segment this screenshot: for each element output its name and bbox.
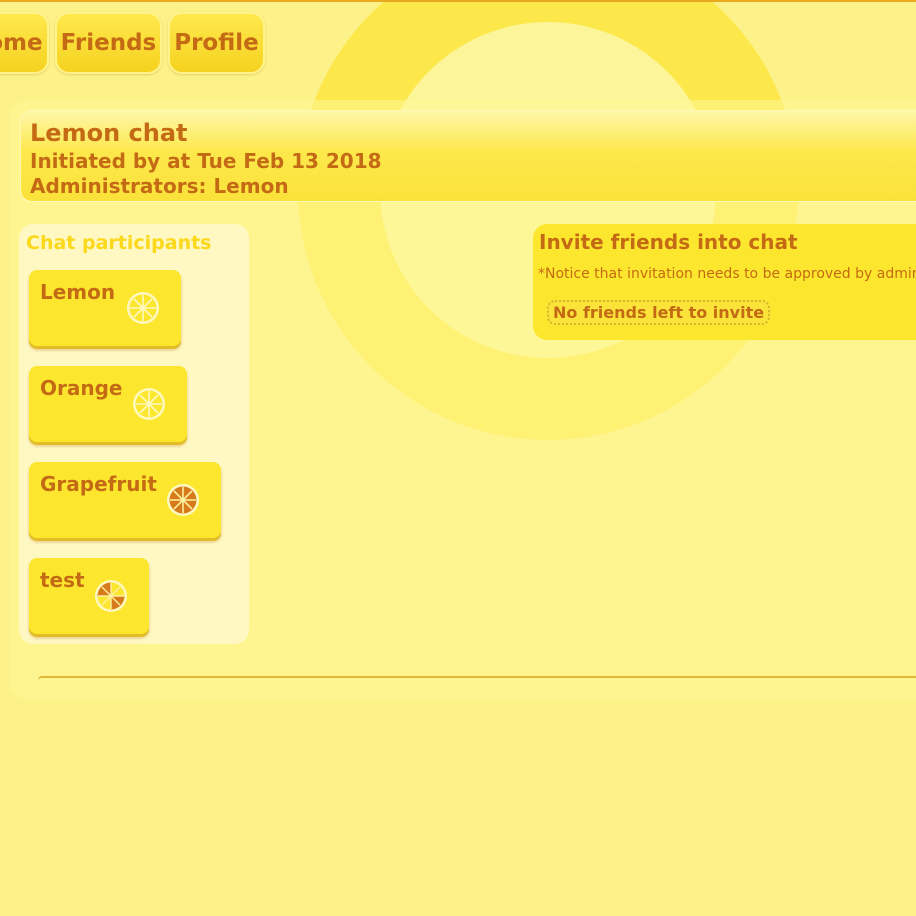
invite-heading: Invite friends into chat	[539, 230, 798, 254]
footer-divider	[38, 676, 916, 684]
chat-administrators: Administrators: Lemon	[30, 174, 289, 198]
lemon-slice-icon	[127, 292, 159, 324]
chat-initiated-info: Initiated by at Tue Feb 13 2018	[30, 149, 382, 173]
invite-panel: Invite friends into chat *Notice that in…	[533, 224, 916, 340]
participants-heading: Chat participants	[26, 232, 212, 254]
no-friends-button[interactable]: No friends left to invite	[547, 300, 771, 325]
chat-header: Lemon chat Initiated by at Tue Feb 13 20…	[20, 110, 916, 202]
participant-card-lemon[interactable]: Lemon	[29, 270, 181, 346]
mixed-citrus-slice-icon	[95, 580, 127, 612]
grapefruit-slice-icon	[167, 484, 199, 516]
nav-home-button[interactable]: Home	[0, 12, 49, 74]
participant-card-orange[interactable]: Orange	[29, 366, 187, 442]
participant-name: Lemon	[40, 280, 116, 304]
nav-profile-button[interactable]: Profile	[168, 12, 265, 74]
participant-name: test	[40, 568, 85, 592]
top-border	[0, 0, 916, 2]
participant-name: Orange	[40, 376, 123, 400]
chat-title: Lemon chat	[30, 119, 188, 147]
participant-card-test[interactable]: test	[29, 558, 149, 634]
participant-card-grapefruit[interactable]: Grapefruit	[29, 462, 221, 538]
lemon-slice-icon	[133, 388, 165, 420]
main-nav: Home Friends Profile	[0, 12, 265, 74]
participant-name: Grapefruit	[40, 472, 157, 496]
nav-friends-button[interactable]: Friends	[54, 12, 163, 74]
invite-notice: *Notice that invitation needs to be appr…	[538, 266, 916, 282]
